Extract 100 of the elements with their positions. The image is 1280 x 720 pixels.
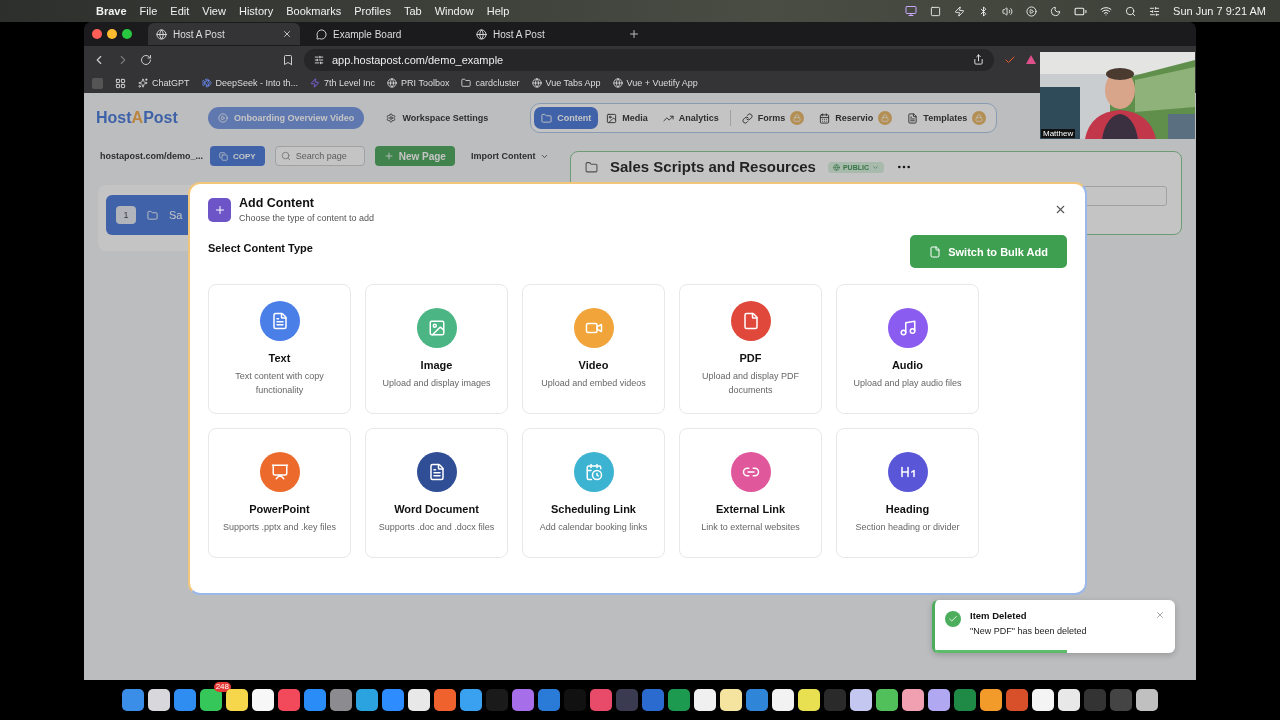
app-icon[interactable] (148, 689, 170, 711)
nav-tab[interactable]: Reservio (812, 107, 900, 129)
browser-tab[interactable]: Host A Post (148, 23, 300, 45)
sliders-icon[interactable] (1149, 5, 1161, 17)
copy-button[interactable]: COPY (210, 146, 265, 166)
wifi-icon[interactable] (1100, 5, 1113, 17)
browser-tab[interactable]: Host A Post (468, 23, 620, 45)
app-icon[interactable] (1058, 689, 1080, 711)
app-icon[interactable] (408, 689, 430, 711)
document-icon (907, 112, 919, 124)
app-icon[interactable] (122, 689, 144, 711)
bookmark-item[interactable]: ChatGPT (138, 78, 190, 88)
link-icon (741, 112, 753, 124)
zoom-window-icon[interactable] (122, 29, 132, 39)
app-icon[interactable] (772, 689, 794, 711)
app-icon[interactable] (928, 689, 950, 711)
app-icon[interactable] (850, 689, 872, 711)
bolt-icon[interactable] (954, 5, 966, 17)
content-type-card[interactable]: PowerPoint Supports .pptx and .key files (208, 428, 351, 558)
card-description: Section heading or divider (855, 521, 960, 534)
card-description: Upload and display PDF documents (700, 370, 801, 397)
app-icon[interactable] (174, 689, 196, 711)
folder-icon (461, 78, 472, 88)
image-icon (427, 319, 446, 337)
menu-item[interactable]: Bookmarks (286, 5, 342, 17)
menu-item[interactable]: History (238, 5, 274, 17)
moon-icon[interactable] (1050, 5, 1062, 17)
menu-item[interactable]: Help (486, 5, 510, 17)
close-button[interactable] (1054, 203, 1067, 216)
globe-icon (476, 28, 487, 40)
app-icon[interactable] (356, 689, 378, 711)
menu-item[interactable]: Window (434, 5, 474, 17)
app-icon[interactable] (460, 689, 482, 711)
app-icon[interactable] (876, 689, 898, 711)
content-type-card[interactable]: Image Upload and display images (365, 284, 508, 414)
card-title: Audio (891, 359, 924, 371)
app-icon[interactable] (434, 689, 456, 711)
screen-icon[interactable] (905, 5, 918, 17)
app-icon[interactable] (1032, 689, 1054, 711)
logo: HostAPost (96, 109, 179, 127)
menu-item[interactable]: Profiles (354, 5, 391, 17)
content-type-card[interactable]: External Link Link to external websites (679, 428, 822, 558)
bookmark-item[interactable]: Vue + Vuetify App (612, 78, 698, 88)
browser-tab[interactable]: Example Board (308, 23, 460, 45)
nav-tab[interactable]: Media (599, 107, 655, 129)
content-type-card[interactable]: Word Document Supports .doc and .docx files (365, 428, 508, 558)
app-icon[interactable] (720, 689, 742, 711)
app-icon[interactable] (798, 689, 820, 711)
calendar-clock-icon (584, 463, 603, 481)
nav-tab[interactable]: Forms (734, 107, 812, 129)
menu-item[interactable]: View (202, 5, 226, 17)
content-type-card[interactable]: Heading Section heading or divider (836, 428, 979, 558)
nav-tab[interactable]: Analytics (655, 107, 726, 129)
bookmark-icon[interactable] (282, 53, 294, 66)
content-type-card[interactable]: Scheduling Link Add calendar booking links (522, 428, 665, 558)
content-type-card[interactable]: Video Upload and embed videos (522, 284, 665, 414)
play-icon[interactable] (1026, 5, 1038, 17)
app-icon[interactable] (1136, 689, 1158, 711)
nav-tab[interactable]: Templates (900, 107, 994, 129)
bookmark-item[interactable]: cardcluster (461, 78, 520, 88)
app-menu[interactable]: Brave (96, 5, 127, 17)
search-icon[interactable] (1125, 5, 1137, 17)
grid-icon[interactable] (115, 77, 126, 89)
close-window-icon[interactable] (92, 29, 102, 39)
app-icon[interactable] (252, 689, 274, 711)
menu-item[interactable]: Tab (403, 5, 422, 17)
content-type-card[interactable]: Text Text content with copy functionality (208, 284, 351, 414)
close-icon[interactable] (282, 29, 292, 39)
content-type-card[interactable]: Audio Upload and play audio files (836, 284, 979, 414)
address-bar[interactable]: app.hostapost.com/demo_example (304, 48, 994, 71)
app-icon[interactable] (226, 689, 248, 711)
bookmark-item[interactable]: DeepSeek - Into th... (201, 78, 299, 88)
app-icon[interactable] (330, 689, 352, 711)
content-type-card[interactable]: PDF Upload and display PDF documents (679, 284, 822, 414)
app-icon[interactable] (200, 689, 222, 711)
bookmark-item[interactable]: Vue Tabs App (531, 78, 601, 88)
music-note-icon (898, 319, 917, 337)
globe-icon (387, 78, 398, 88)
volume-icon[interactable] (1002, 5, 1014, 17)
app-icon[interactable] (694, 689, 716, 711)
app-icon[interactable] (980, 689, 1002, 711)
workspace-settings-button[interactable]: Workspace Settings (376, 107, 499, 129)
minimize-window-icon[interactable] (107, 29, 117, 39)
import-content-button[interactable]: Import Content (464, 150, 556, 162)
square-icon[interactable] (930, 5, 942, 17)
menu-item[interactable]: Edit (170, 5, 190, 17)
menu-item[interactable]: File (139, 5, 158, 17)
clock[interactable]: Sun Jun 7 9:21 AM (1173, 5, 1266, 17)
reload-icon[interactable] (140, 53, 152, 66)
bookmark-item[interactable]: 7th Level Inc (310, 78, 376, 88)
app-icon[interactable] (382, 689, 404, 711)
app-icon[interactable] (512, 689, 534, 711)
app-icon[interactable] (902, 689, 924, 711)
plus-icon (383, 151, 394, 161)
app-icon[interactable] (304, 689, 326, 711)
search-field[interactable]: Search page (274, 146, 365, 166)
plus-icon (208, 197, 231, 222)
new-tab-icon[interactable] (628, 28, 640, 40)
bookmark-item[interactable]: PRI Toolbox (387, 78, 450, 88)
badge: 248 (213, 682, 231, 692)
